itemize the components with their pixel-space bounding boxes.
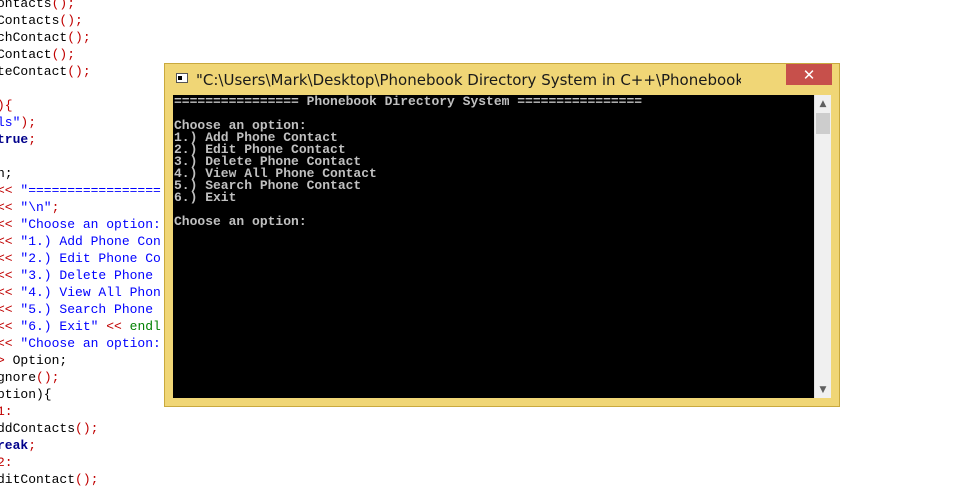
console-line: Choose an option: <box>174 214 315 229</box>
code-line: ontacts(); <box>0 0 75 12</box>
code-line: << "\n"; <box>0 199 59 216</box>
code-line: > Option; <box>0 352 67 369</box>
code-token: (); <box>36 370 60 385</box>
code-line: << "================= <box>0 182 161 199</box>
code-token: "\n" <box>20 200 52 215</box>
vertical-scrollbar[interactable]: ▲ ▼ <box>814 95 831 398</box>
code-token: "5.) Search Phone <box>20 302 161 317</box>
console-window[interactable]: "C:\Users\Mark\Desktop\Phonebook Directo… <box>164 63 840 407</box>
code-line: reak; <box>0 437 36 454</box>
code-token: (); <box>59 13 83 28</box>
code-token: n; <box>0 166 13 181</box>
code-token: teContact <box>0 64 68 79</box>
code-token: (); <box>51 47 76 62</box>
code-line: true; <box>0 131 36 148</box>
code-line: 2: <box>0 454 13 471</box>
code-token: "3.) Delete Phone <box>20 268 161 283</box>
code-token: "4.) View All Phon <box>20 285 161 300</box>
code-token: chContact <box>0 30 68 45</box>
code-token: << <box>0 183 13 198</box>
window-title: "C:\Users\Mark\Desktop\Phonebook Directo… <box>196 71 741 89</box>
code-line: << "5.) Search Phone <box>0 301 161 318</box>
code-token: ; <box>28 132 37 147</box>
code-token: ){ <box>0 98 13 113</box>
code-token: << <box>0 234 13 249</box>
code-token: << <box>0 319 13 334</box>
code-token: "Choose an option: <box>20 217 161 232</box>
code-line: << "Choose an option: <box>0 216 161 233</box>
code-line: Contact(); <box>0 46 75 63</box>
console-app-icon <box>176 73 188 83</box>
console-line: 5.) Search Phone Contact <box>174 178 362 193</box>
code-line: n; <box>0 165 13 182</box>
scroll-thumb[interactable] <box>816 113 830 134</box>
code-line: 1: <box>0 403 13 420</box>
scroll-up-icon[interactable]: ▲ <box>815 95 831 112</box>
code-token: gnore <box>0 370 37 385</box>
code-token: << <box>0 285 13 300</box>
code-token: true <box>0 132 29 147</box>
code-token: << <box>0 268 13 283</box>
code-token: (); <box>75 421 99 436</box>
code-token: ddContacts <box>0 421 76 436</box>
code-line: << "2.) Edit Phone Co <box>0 250 161 267</box>
code-token: << <box>0 251 13 266</box>
code-token: endl <box>129 319 161 334</box>
code-token: << <box>106 319 130 334</box>
code-token: Contacts <box>0 13 60 28</box>
title-bar[interactable]: "C:\Users\Mark\Desktop\Phonebook Directo… <box>165 64 839 95</box>
code-token: << <box>0 302 13 317</box>
code-line: ls"); <box>0 114 36 131</box>
console-line: 6.) Exit <box>174 190 237 205</box>
code-token: (); <box>67 30 91 45</box>
code-line: ){ <box>0 97 13 114</box>
code-token: reak <box>0 438 29 453</box>
console-output[interactable]: ================ Phonebook Directory Sys… <box>173 95 831 398</box>
code-token: "Choose an option: <box>20 336 161 351</box>
code-line: << "Choose an option: <box>0 335 161 352</box>
close-icon: ✕ <box>802 65 816 84</box>
console-line: ================ Phonebook Directory Sys… <box>174 95 643 109</box>
code-token: "================= <box>20 183 161 198</box>
code-token: << <box>0 336 13 351</box>
code-token: > <box>0 353 5 368</box>
code-token: ls" <box>0 115 21 130</box>
code-token: ); <box>20 115 37 130</box>
code-token: << <box>0 217 13 232</box>
code-token: Contact <box>0 47 52 62</box>
scroll-down-icon[interactable]: ▼ <box>815 381 831 398</box>
close-button[interactable]: ✕ <box>786 64 832 85</box>
console-text: ================ Phonebook Directory Sys… <box>174 95 810 229</box>
code-token: Option; <box>12 353 68 368</box>
code-token: 2: <box>0 455 13 470</box>
code-line: ddContacts(); <box>0 420 98 437</box>
code-line: << "6.) Exit" << endl <box>0 318 161 335</box>
code-token: "2.) Edit Phone Co <box>20 251 161 266</box>
code-line: << "1.) Add Phone Con <box>0 233 161 250</box>
code-token: ; <box>51 200 60 215</box>
code-line: chContact(); <box>0 29 91 46</box>
code-line: Contacts(); <box>0 12 83 29</box>
code-token: "6.) Exit" <box>20 319 107 334</box>
code-token: ption){ <box>0 387 52 402</box>
code-token: (); <box>67 64 91 79</box>
code-token: ontacts <box>0 0 52 11</box>
code-line: teContact(); <box>0 63 91 80</box>
code-line: gnore(); <box>0 369 59 386</box>
code-line: << "3.) Delete Phone <box>0 267 161 284</box>
code-token: "1.) Add Phone Con <box>20 234 161 249</box>
code-line: ption){ <box>0 386 52 403</box>
code-token: (); <box>51 0 76 11</box>
code-token: << <box>0 200 13 215</box>
code-token: ; <box>28 438 37 453</box>
code-token: 1: <box>0 404 13 419</box>
code-line: << "4.) View All Phon <box>0 284 161 301</box>
